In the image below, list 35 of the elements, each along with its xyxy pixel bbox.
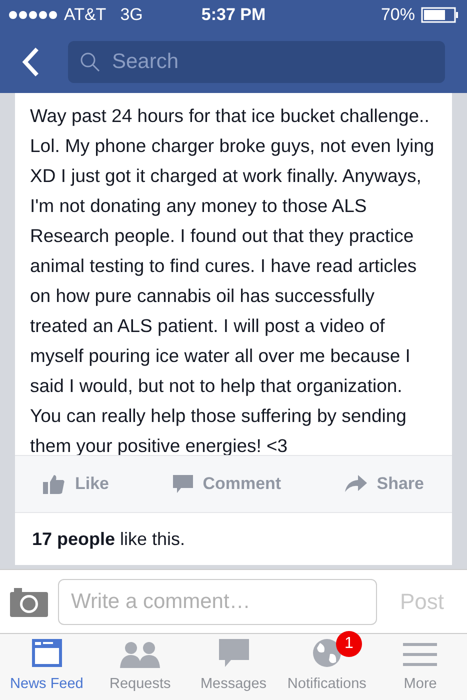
comment-field[interactable]: Write a comment… (58, 578, 377, 624)
search-icon (80, 52, 100, 72)
comment-button[interactable]: Comment (172, 471, 282, 497)
network-type: 3G (120, 4, 143, 26)
search-field[interactable]: Search (68, 40, 445, 82)
share-button[interactable]: Share (344, 471, 424, 497)
tab[interactable]: Messages (186, 634, 280, 700)
tab[interactable]: More (374, 634, 467, 700)
tab-label: Notifications (287, 675, 366, 694)
thumbs-up-icon (43, 474, 65, 494)
tab-label: News Feed (10, 675, 84, 694)
speech-bubble-icon (218, 638, 249, 668)
globe-icon (312, 638, 342, 668)
like-button[interactable]: Like (43, 471, 110, 497)
arrow-icon (344, 475, 367, 493)
tab-label: Requests (109, 675, 171, 694)
battery-icon (421, 7, 459, 23)
speech-bubble-icon (172, 474, 193, 494)
people-icon (120, 640, 160, 668)
carrier: AT&T (64, 4, 106, 26)
menu-icon (403, 642, 438, 668)
news-feed-icon (30, 638, 63, 668)
notification-badge: 1 (336, 631, 362, 658)
tab-label: More (404, 675, 437, 694)
tab-label: Messages (200, 675, 267, 694)
tab[interactable]: Requests (93, 634, 187, 700)
battery-percentage: 70% (380, 4, 415, 26)
signal-icon (8, 10, 58, 20)
likes-summary: 17 people like this. (32, 528, 186, 551)
tab[interactable]: 1 Notifications (280, 634, 374, 700)
chevron-left-icon (22, 46, 40, 76)
clock: 5:37 PM (200, 4, 267, 26)
post-text: Way past 24 hours for that ice bucket challenge.. Lol. My phone charger broke guys, not even lying XD I just got it charged at work finally. Anyways, I'm not donating any money to those ALS Research people. I found out that they practice animal testing to find cures. I have read articles on how pure cannabis oil has successfully treated an ALS patient. I will post a video of myself pouring ice water all over me because I said I would, but not to help that organization. You can really help those suffering by sending them your positive energies! <3 (29, 104, 436, 455)
camera-icon[interactable] (10, 586, 48, 616)
tab[interactable]: News Feed (0, 634, 94, 700)
